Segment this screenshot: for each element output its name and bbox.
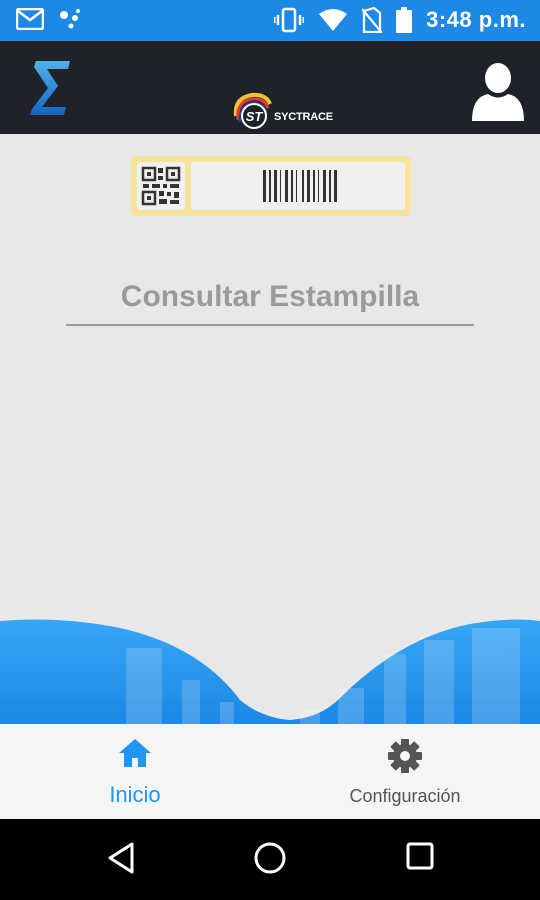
barcode-icon — [263, 170, 337, 202]
nav-item-inicio[interactable]: Inicio — [0, 724, 270, 819]
assistant-dots-icon — [60, 9, 80, 29]
barcode-stripe — [318, 170, 319, 202]
wifi-icon — [319, 9, 348, 31]
barcode-box[interactable] — [191, 162, 405, 210]
qr-box[interactable] — [137, 162, 185, 210]
status-bar: 3:48 p.m. — [0, 0, 540, 41]
nav-item-configuracion[interactable]: Configuración — [270, 724, 540, 819]
page-title[interactable]: Consultar Estampilla — [0, 280, 540, 314]
sigma-icon[interactable] — [30, 59, 72, 117]
wave-decoration — [0, 619, 540, 724]
barcode-stripe — [313, 170, 315, 202]
app-logo: ST SYCTRACE — [232, 92, 333, 130]
home-circle-icon[interactable] — [253, 841, 287, 875]
barcode-stripe — [269, 170, 271, 202]
title-underline — [66, 324, 474, 326]
barcode-stripe — [323, 170, 326, 202]
barcode-stripe — [302, 170, 304, 202]
nav-label-configuracion: Configuración — [349, 786, 461, 806]
gmail-icon — [16, 8, 44, 30]
barcode-stripe — [296, 170, 297, 202]
barcode-stripe — [307, 170, 310, 202]
bottom-nav: Inicio Configuración — [0, 724, 540, 819]
barcode-stripe — [291, 170, 293, 202]
qr-code-icon — [141, 166, 181, 206]
profile-icon[interactable] — [472, 61, 524, 121]
battery-icon — [396, 7, 413, 33]
barcode-stripe — [263, 170, 266, 202]
back-icon[interactable] — [106, 841, 136, 875]
barcode-stripe — [274, 170, 277, 202]
logo-text: SYCTRACE — [274, 111, 333, 123]
no-sim-icon — [362, 7, 383, 33]
barcode-stripe — [329, 170, 331, 202]
recents-icon[interactable] — [405, 841, 435, 871]
barcode-stripe — [285, 170, 288, 202]
nav-label-inicio: Inicio — [109, 782, 161, 807]
vibrate-icon — [274, 7, 305, 33]
app-bar: ST SYCTRACE — [0, 41, 540, 134]
syctrace-logo-icon: ST — [233, 92, 272, 129]
main-content: Consultar Estampilla — [0, 134, 540, 724]
scan-card[interactable] — [131, 156, 411, 216]
barcode-stripe — [334, 170, 337, 202]
gear-icon — [388, 739, 422, 773]
logo-badge: ST — [246, 109, 264, 124]
android-nav-bar — [0, 819, 540, 900]
barcode-stripe — [280, 170, 281, 202]
home-icon — [119, 739, 151, 767]
status-time: 3:48 p.m. — [426, 7, 526, 32]
